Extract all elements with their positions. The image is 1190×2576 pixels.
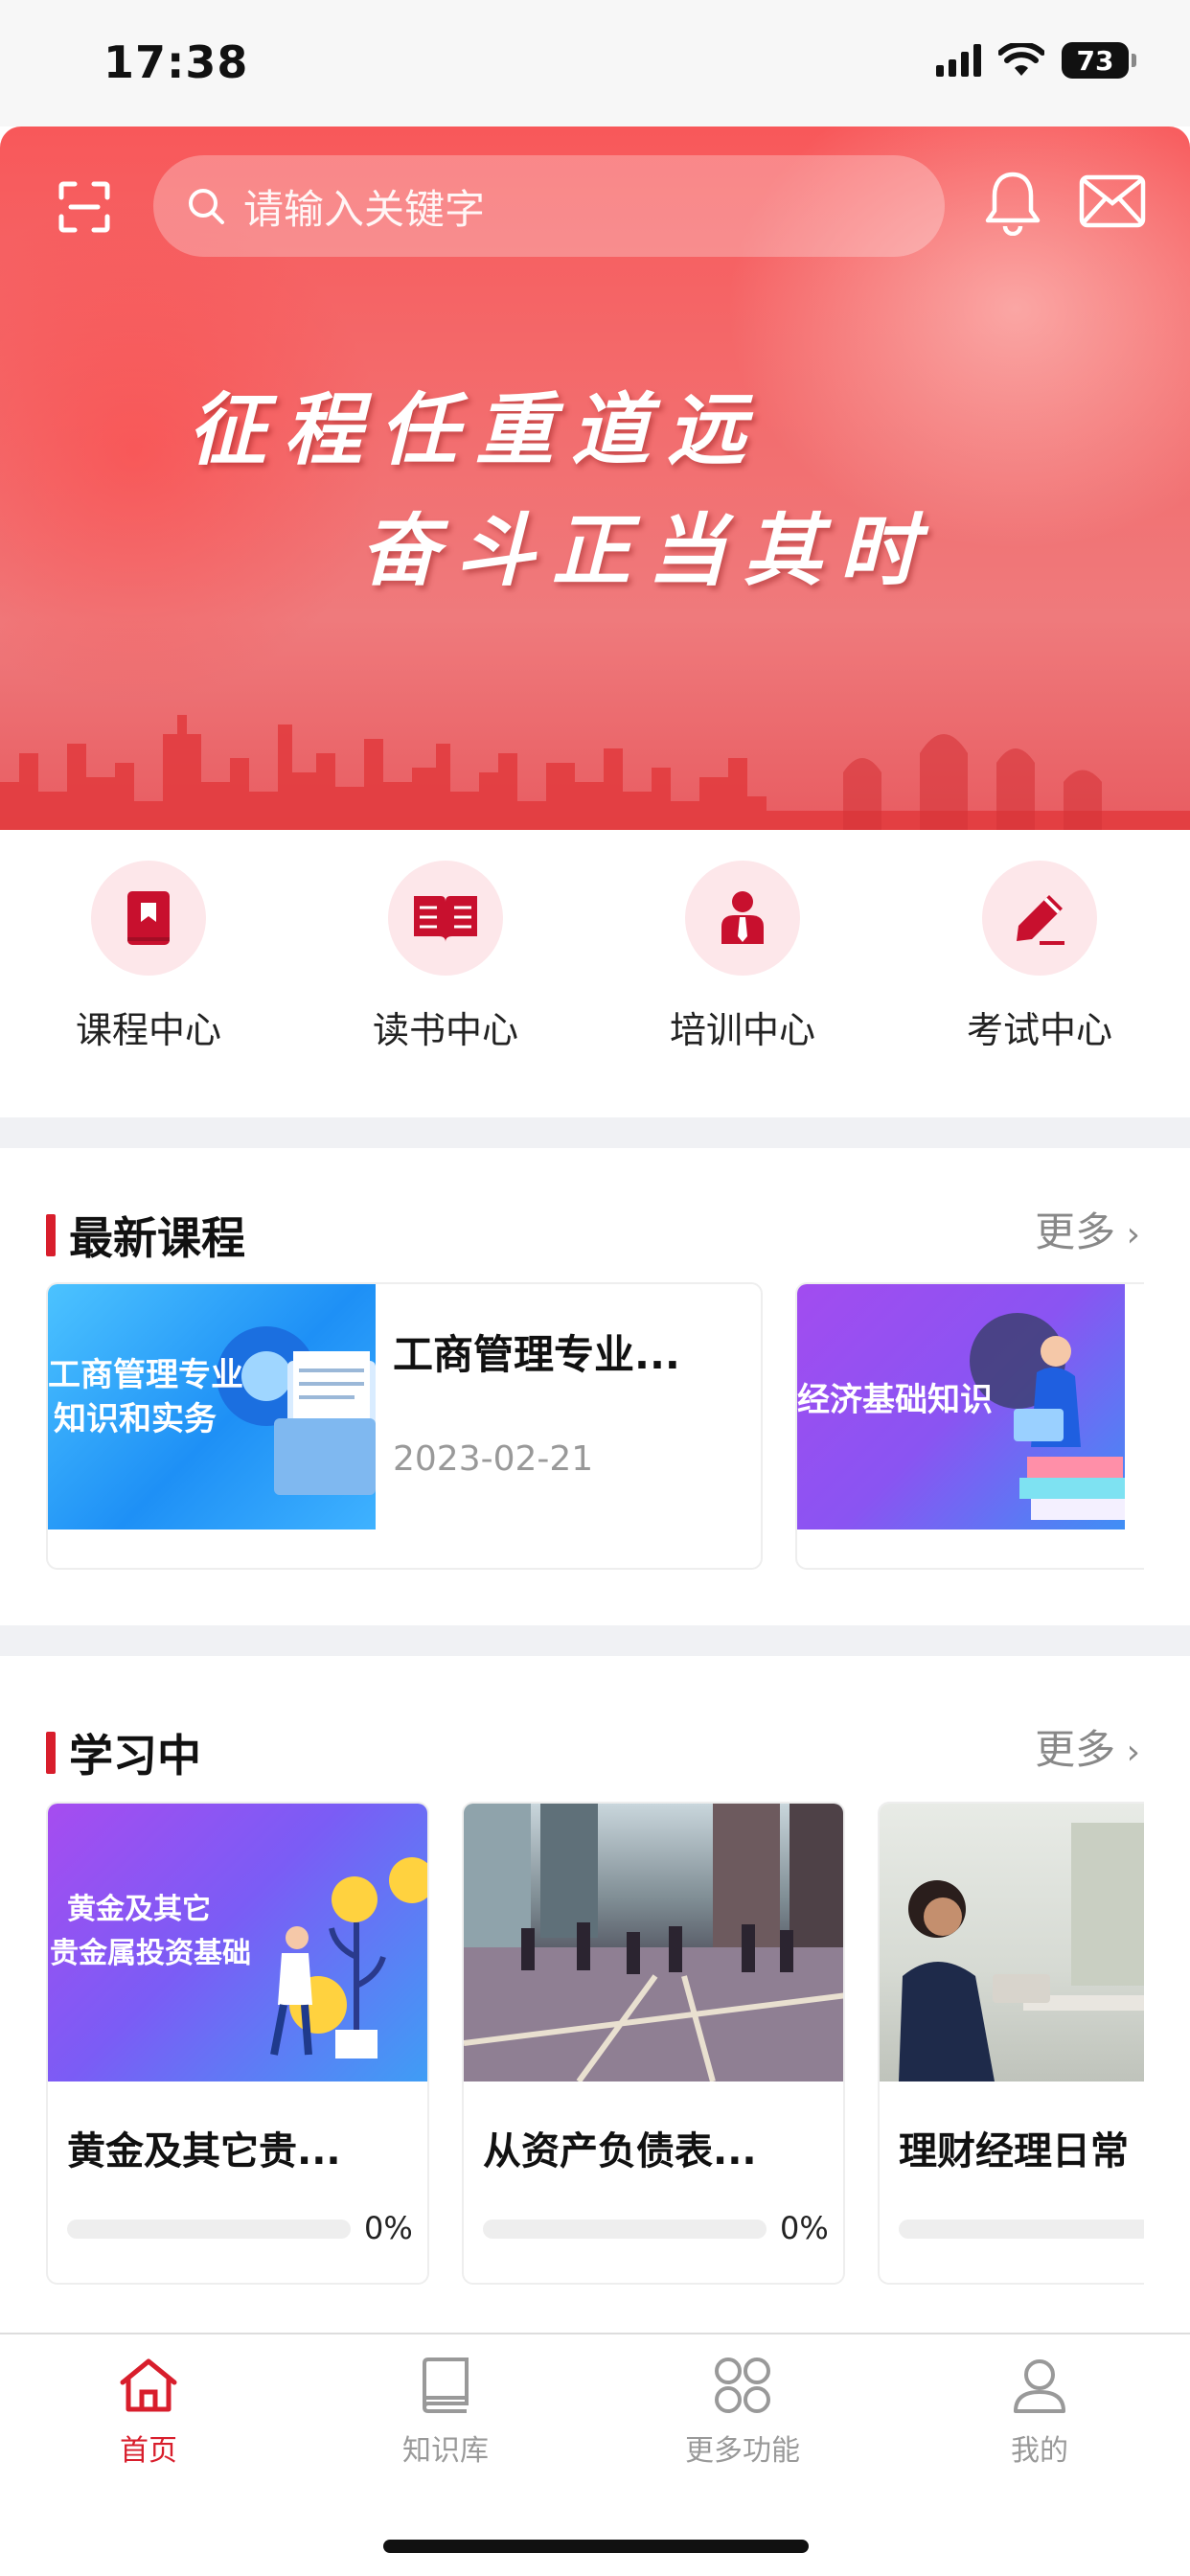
section-divider [0,1117,1190,1148]
search-input[interactable]: 请输入关键字 [153,155,945,257]
course-card[interactable]: 经济基础知识 [795,1282,1144,1570]
study-title: 从资产负债表... [483,2129,757,2174]
study-title: 黄金及其它贵... [67,2129,341,2174]
scan-icon[interactable] [57,180,111,234]
progress-bar [67,2220,351,2239]
mail-icon[interactable] [1079,174,1146,228]
hero-banner[interactable]: 请输入关键字 征程任重道远 奋斗正当其时 [0,126,1190,830]
progress-bar [483,2220,767,2239]
tab-label: 首页 [120,2434,177,2468]
course-title: 工商管理专业... [393,1331,680,1378]
section-title: 最新课程 [69,1212,245,1264]
search-icon [189,189,224,224]
tab-home[interactable]: 首页 [34,2356,263,2469]
study-title: 理财经理日常 [899,2129,1129,2174]
course-thumbnail: 经济基础知识 [797,1284,1125,1530]
status-icons: 73 [936,42,1136,79]
bell-icon[interactable] [983,169,1042,236]
section-title: 学习中 [69,1730,201,1782]
entry-label: 课程中心 [75,1009,221,1051]
latest-courses-more-link[interactable]: 更多 › [1035,1200,1140,1258]
tab-knowledge-base[interactable]: 知识库 [331,2356,561,2469]
grid-icon [715,2358,770,2413]
tab-label: 更多功能 [685,2434,800,2468]
progress-percent: 0% [364,2210,413,2246]
latest-courses-header: 最新课程 [46,1204,245,1267]
user-icon [1014,2359,1065,2413]
entry-exam-center[interactable]: 考试中心 [934,861,1145,1053]
study-card[interactable]: 理财经理日常 [878,1802,1144,2285]
pencil-icon [1017,895,1064,945]
banner-slogan-line1: 征程任重道远 [188,384,763,476]
home-icon [120,2358,177,2412]
entry-training-center[interactable]: 培训中心 [637,861,848,1053]
status-bar: 17:38 73 [0,0,1190,126]
home-indicator [383,2540,809,2553]
tab-more-functions[interactable]: 更多功能 [628,2356,858,2469]
progress-percent: 0% [780,2210,829,2246]
study-card[interactable]: 从资产负债表... 0% [462,1802,845,2285]
battery-icon: 73 [1062,42,1136,79]
progress-bar [899,2220,1144,2239]
banner-slogan-line2: 奋斗正当其时 [360,505,935,597]
study-card[interactable]: 黄金及其它 贵金属投资基础 黄金及其它贵... 0% [46,1802,429,2285]
studying-header: 学习中 [46,1721,201,1784]
city-street-photo [464,1804,843,2082]
tab-label: 知识库 [402,2434,489,2468]
course-thumbnail: 工商管理专业 知识和实务 [48,1284,376,1530]
open-book-icon [414,896,477,942]
office-woman-photo [899,1823,1144,2082]
tab-label: 我的 [1011,2434,1068,2468]
course-date: 2023-02-21 [393,1439,594,1479]
study-thumbnail: 黄金及其它 贵金属投资基础 [48,1804,427,2082]
library-icon [423,2358,469,2413]
book-icon [127,891,170,945]
entry-label: 读书中心 [372,1009,518,1051]
study-thumbnail [464,1804,843,2082]
status-time: 17:38 [103,36,249,88]
tab-profile[interactable]: 我的 [925,2356,1155,2469]
chevron-right-icon: › [1115,1215,1140,1254]
entry-label: 考试中心 [966,1009,1112,1051]
course-thumbnail-text: 经济基础知识 [797,1381,993,1419]
chevron-right-icon: › [1115,1733,1140,1772]
entry-label: 培训中心 [669,1009,815,1051]
course-card[interactable]: 工商管理专业 知识和实务 工商管理专业... 2023-02-21 [46,1282,763,1570]
wifi-icon [998,43,1044,76]
entry-course-center[interactable]: 课程中心 [43,861,254,1053]
study-thumbnail-text: 黄金及其它 贵金属投资基础 [50,1893,251,1970]
city-skyline-illustration [0,715,1190,830]
studying-more-link[interactable]: 更多 › [1035,1717,1140,1776]
search-placeholder: 请输入关键字 [243,185,486,233]
battery-level: 73 [1076,44,1114,77]
study-thumbnail [880,1804,1144,2082]
person-icon [721,891,764,944]
entry-reading-center[interactable]: 读书中心 [340,861,551,1053]
section-divider [0,1625,1190,1656]
quick-entry-grid: 课程中心 读书中心 培训中心 考试中心 [0,830,1190,1117]
cellular-signal-icon [936,44,981,77]
course-thumbnail-text: 工商管理专业 知识和实务 [48,1356,243,1438]
